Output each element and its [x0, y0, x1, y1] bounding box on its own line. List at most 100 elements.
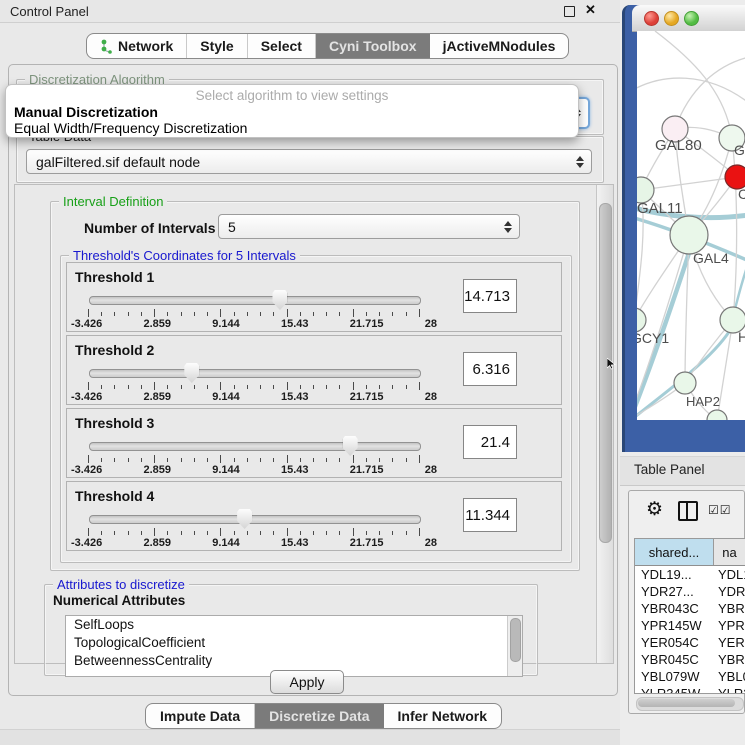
table-row[interactable]: YDL19...YDL1: [635, 566, 745, 583]
tab-label: jActiveMNodules: [443, 38, 556, 54]
threshold-value[interactable]: 6.316: [463, 352, 517, 386]
threshold-list: Threshold 1 -3.4262.8599.14415.4321.7152…: [66, 262, 564, 554]
table-row[interactable]: YBR043CYBR0: [635, 600, 745, 617]
network-icon: [100, 39, 113, 54]
horizontal-scrollbar[interactable]: [636, 697, 744, 711]
tick-mark: [300, 312, 301, 316]
menu-item-manual-discretization[interactable]: Manual Discretization: [14, 104, 158, 120]
table-row[interactable]: YER054CYER0: [635, 634, 745, 651]
threshold-value[interactable]: 14.713: [463, 279, 517, 313]
tick-label: 9.144: [212, 464, 240, 476]
tick-mark: [260, 458, 261, 462]
vertical-scrollbar[interactable]: [596, 185, 613, 663]
num-intervals-combobox[interactable]: 5: [218, 214, 520, 239]
tab-label: Network: [118, 38, 173, 54]
tick-mark: [181, 458, 182, 462]
minimize-traffic-light-icon[interactable]: [664, 11, 679, 26]
tab-jactivemnodules[interactable]: jActiveMNodules: [430, 34, 569, 58]
numerical-attributes-list[interactable]: SelfLoopsTopologicalCoefficientBetweenne…: [65, 615, 523, 677]
attributes-scrollbar[interactable]: [507, 616, 522, 676]
slider-thumb[interactable]: [184, 363, 199, 383]
tick-mark: [247, 531, 248, 535]
close-icon[interactable]: ✕: [585, 2, 596, 18]
tick-mark: [181, 531, 182, 535]
attribute-list-item[interactable]: TopologicalCoefficient: [66, 634, 522, 652]
node-gal4[interactable]: [670, 216, 708, 254]
table-data-value: galFiltered.sif default node: [36, 154, 200, 170]
tick-label: -3.426: [71, 391, 102, 403]
slider-thumb[interactable]: [272, 290, 287, 310]
tab-style[interactable]: Style: [187, 34, 247, 58]
table-row[interactable]: YLR345WYLR3: [635, 685, 745, 694]
table-row[interactable]: YBL079WYBL0: [635, 668, 745, 685]
float-window-icon[interactable]: [564, 6, 575, 17]
node-gcy1[interactable]: [637, 308, 646, 332]
threshold-slider[interactable]: [89, 296, 421, 305]
node-table[interactable]: shared... na YDL19...YDL1YDR27...YDR2YBR…: [634, 538, 745, 694]
horizontal-scrollbar-thumb[interactable]: [638, 699, 735, 707]
threshold-slider[interactable]: [89, 369, 421, 378]
gear-icon[interactable]: ⚙: [646, 498, 663, 521]
checkboxes-icon[interactable]: ☑☑: [708, 503, 732, 517]
attributes-scrollbar-thumb[interactable]: [510, 618, 521, 662]
tab-network[interactable]: Network: [87, 34, 187, 58]
menu-item-equal-width-frequency[interactable]: Equal Width/Frequency Discretization: [14, 120, 247, 136]
cell-name: YER0: [713, 635, 745, 650]
threshold-slider[interactable]: [89, 442, 421, 451]
threshold-slider[interactable]: [89, 515, 421, 524]
close-traffic-light-icon[interactable]: [644, 11, 659, 26]
zoom-traffic-light-icon[interactable]: [684, 11, 699, 26]
tick-mark: [366, 458, 367, 462]
table-row[interactable]: YPR145WYPR1: [635, 617, 745, 634]
tick-mark: [366, 385, 367, 389]
tick-label: 2.859: [143, 464, 171, 476]
network-canvas[interactable]: GAL80 GA C GAL11 GAL4 GCY1 H HAP2: [637, 31, 745, 420]
num-intervals-value: 5: [228, 219, 236, 235]
split-panel-icon[interactable]: [678, 501, 698, 521]
tick-mark: [300, 385, 301, 389]
tick-mark: [128, 531, 129, 535]
threshold-label: Threshold 2: [75, 342, 154, 358]
threshold-panel: Threshold 2 -3.4262.8599.14415.4321.7152…: [66, 335, 562, 405]
apply-button[interactable]: Apply: [270, 670, 344, 694]
tick-mark: [392, 531, 393, 535]
tab-discretize-data[interactable]: Discretize Data: [255, 704, 383, 728]
tab-cyni-toolbox[interactable]: Cyni Toolbox: [316, 34, 430, 58]
tick-mark: [207, 312, 208, 316]
attribute-list-item[interactable]: BetweennessCentrality: [66, 652, 522, 670]
slider-thumb[interactable]: [237, 509, 252, 529]
num-intervals-label: Number of Intervals: [84, 220, 215, 236]
tick-mark: [366, 312, 367, 316]
slider-thumb[interactable]: [343, 436, 358, 456]
tick-mark: [313, 458, 314, 462]
table-row[interactable]: YDR27...YDR2: [635, 583, 745, 600]
attribute-list-item[interactable]: SelfLoops: [66, 616, 522, 634]
tick-mark: [88, 528, 89, 536]
network-window-titlebar: [632, 5, 745, 32]
threshold-value[interactable]: 21.4: [463, 425, 517, 459]
cell-shared-name: YLR345W: [635, 686, 713, 694]
tab-infer-network[interactable]: Infer Network: [384, 704, 501, 728]
cell-name: YDR2: [713, 584, 745, 599]
tick-mark: [353, 528, 354, 536]
column-header-shared-name[interactable]: shared...: [635, 539, 714, 565]
tick-mark: [114, 312, 115, 316]
tab-impute-data[interactable]: Impute Data: [146, 704, 255, 728]
attributes-group-title: Attributes to discretize: [53, 577, 189, 592]
threshold-value[interactable]: 11.344: [463, 498, 517, 532]
table-row[interactable]: YBR045CYBR0: [635, 651, 745, 668]
table-header-row: shared... na: [635, 539, 745, 566]
tick-label: 9.144: [212, 318, 240, 330]
table-data-combobox[interactable]: galFiltered.sif default node: [26, 149, 592, 174]
tick-mark: [287, 455, 288, 463]
tick-label: 15.43: [281, 318, 309, 330]
tab-select[interactable]: Select: [248, 34, 316, 58]
tick-mark: [101, 385, 102, 389]
vertical-scrollbar-thumb[interactable]: [599, 203, 612, 543]
node-bottom[interactable]: [707, 410, 727, 420]
node-hap2[interactable]: [674, 372, 696, 394]
cell-name: YBR0: [713, 601, 745, 616]
tick-label: 21.715: [350, 318, 384, 330]
column-header-name[interactable]: na: [714, 539, 745, 565]
tick-mark: [260, 312, 261, 316]
